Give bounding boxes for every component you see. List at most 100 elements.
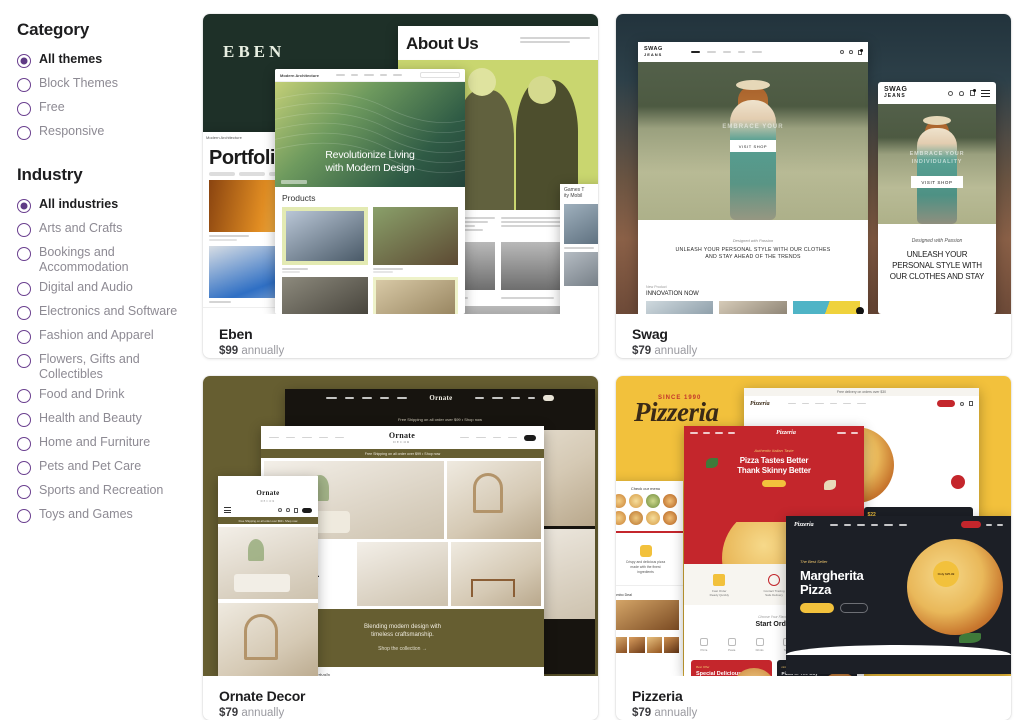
room-photo — [357, 542, 448, 606]
brand-bottom: JEANS — [884, 93, 906, 99]
radio-food-and-drink[interactable]: Food and Drink — [17, 387, 203, 406]
brand-logo: Pizzeria — [634, 397, 719, 427]
preview-window-mobile: SWAG JEANS EMBRACE YOUR INDIVIDUALITY VI… — [878, 82, 996, 314]
price-amount: $79 — [632, 707, 652, 719]
account-icon[interactable] — [849, 50, 853, 54]
subhead-line-1: UNLEASH YOUR — [906, 250, 968, 259]
radio-label: Pets and Pet Care — [39, 459, 142, 473]
announcement-text: Free Shipping on all order over $99 • Sh… — [364, 451, 441, 456]
radio-digital-and-audio[interactable]: Digital and Audio — [17, 280, 203, 299]
theme-card-eben[interactable]: EBEN Modern Architecture Portfolio About… — [203, 14, 598, 358]
radio-label: Toys and Games — [39, 507, 133, 521]
radio-label: Health and Beauty — [39, 411, 142, 425]
radio-icon — [17, 306, 31, 320]
theme-card-ornate-decor[interactable]: Ornate Free Shipping on all order over $… — [203, 376, 598, 720]
radio-all-industries[interactable]: All industries — [17, 197, 203, 216]
theme-card-pizzeria[interactable]: Pizzeria SINCE 1990 Check our menu Crisp… — [616, 376, 1011, 720]
radio-all-themes[interactable]: All themes — [17, 52, 203, 71]
theme-price: $99 annually — [219, 345, 582, 357]
radio-label: Flowers, Gifts and Collectibles — [39, 352, 140, 381]
order-now-button[interactable] — [762, 480, 786, 487]
cart-icon[interactable] — [969, 401, 973, 406]
brand-logo: Ornate DECOR — [389, 431, 415, 444]
radio-label: Fashion and Apparel — [39, 328, 154, 342]
announcement-bar: Free Shipping on all order over $99 • Sh… — [261, 449, 544, 458]
price-period: annually — [241, 345, 285, 357]
radio-label: Responsive — [39, 124, 105, 138]
radio-free[interactable]: Free — [17, 100, 203, 119]
radio-flowers-gifts-and-collectibles[interactable]: Flowers, Gifts and Collectibles — [17, 352, 203, 382]
radio-icon — [17, 354, 31, 368]
price-period: annually — [241, 707, 285, 719]
product-image — [282, 207, 368, 265]
theme-preview-ornate-decor[interactable]: Ornate Free Shipping on all order over $… — [203, 376, 598, 676]
search-icon[interactable] — [840, 50, 844, 54]
brand-logo: Pizzeria — [750, 400, 770, 407]
radio-label: Block Themes — [39, 76, 118, 90]
radio-toys-and-games[interactable]: Toys and Games — [17, 507, 203, 526]
product-image — [372, 276, 458, 314]
account-icon[interactable] — [959, 90, 964, 96]
filter-group-category: Category All themes Block Themes Free Re… — [17, 20, 203, 143]
order-now-button[interactable] — [800, 603, 834, 613]
cart-icon[interactable] — [970, 89, 976, 96]
theme-title: Swag — [632, 326, 668, 342]
theme-preview-swag[interactable]: SWAG JEANS Designed with Passion UNLEASH… — [616, 14, 1011, 314]
radio-pets-and-pet-care[interactable]: Pets and Pet Care — [17, 459, 203, 478]
radio-block-themes[interactable]: Block Themes — [17, 76, 203, 95]
pizza-image — [907, 539, 1003, 635]
theme-price: $79 annually — [219, 707, 582, 719]
radio-fashion-and-apparel[interactable]: Fashion and Apparel — [17, 328, 203, 347]
brand-logo: SWAG JEANS — [884, 86, 908, 99]
section-subhead: UNLEASH YOUR PERSONAL STYLE WITH OUR CLO… — [886, 249, 988, 282]
radio-icon — [17, 330, 31, 344]
product-eyebrow: New Product — [646, 285, 667, 289]
section-subhead: UNLEASH YOUR PERSONAL STYLE WITH OUR CLO… — [638, 247, 868, 261]
window-brand: Modern Architecture — [206, 135, 242, 140]
radio-label: Bookings and Accommodation — [39, 245, 129, 274]
hero-banner: Authentic Italian Taste Pizza Tastes Bet… — [684, 440, 864, 522]
radio-icon — [17, 78, 31, 92]
details-button[interactable] — [840, 603, 868, 613]
brand-since: SINCE 1990 — [658, 395, 702, 401]
account-icon[interactable] — [286, 508, 290, 512]
product-image — [792, 301, 864, 314]
preview-window-side: Games Tity Mobil — [560, 184, 598, 314]
radio-icon — [17, 389, 31, 403]
hero-line-2: with Modern Design — [325, 162, 415, 174]
theme-card-swag[interactable]: SWAG JEANS Designed with Passion UNLEASH… — [616, 14, 1011, 358]
radio-bookings-and-accommodation[interactable]: Bookings and Accommodation — [17, 245, 203, 275]
subhead-line-2: PERSONAL STYLE WITH — [892, 261, 982, 270]
hamburger-icon[interactable] — [224, 507, 231, 513]
radio-label: Free — [39, 100, 65, 114]
cart-icon[interactable] — [858, 48, 863, 55]
window-brand: Modern Architecture — [280, 72, 319, 78]
hamburger-icon[interactable] — [981, 89, 990, 97]
hero-line-2: INDIVIDUALITY — [911, 159, 963, 165]
card-footer: Swag $79 annually — [616, 314, 1011, 358]
card-footer: Eben $99 annually — [203, 314, 598, 358]
product-image — [282, 276, 368, 314]
brand-name: Ornate — [256, 489, 280, 497]
radio-electronics-and-software[interactable]: Electronics and Software — [17, 304, 203, 323]
room-photo — [446, 461, 541, 539]
chip — [239, 172, 265, 176]
cart-icon[interactable] — [294, 507, 298, 513]
radio-icon — [17, 413, 31, 427]
search-icon[interactable] — [948, 90, 953, 96]
brand-logo: Pizzeria — [776, 430, 796, 436]
radio-home-and-furniture[interactable]: Home and Furniture — [17, 435, 203, 454]
radio-label: All industries — [39, 197, 119, 211]
theme-preview-pizzeria[interactable]: Pizzeria SINCE 1990 Check our menu Crisp… — [616, 376, 1011, 676]
radio-sports-and-recreation[interactable]: Sports and Recreation — [17, 483, 203, 502]
radio-arts-and-crafts[interactable]: Arts and Crafts — [17, 221, 203, 240]
radio-label: Arts and Crafts — [39, 221, 123, 235]
brand-top: SWAG — [884, 86, 908, 93]
visit-shop-button[interactable]: VISIT SHOP — [911, 176, 963, 188]
radio-responsive[interactable]: Responsive — [17, 124, 203, 143]
search-icon[interactable] — [960, 401, 964, 406]
search-icon[interactable] — [278, 508, 282, 512]
radio-health-and-beauty[interactable]: Health and Beauty — [17, 411, 203, 430]
filter-title-industry: Industry — [17, 165, 83, 184]
theme-preview-eben[interactable]: EBEN Modern Architecture Portfolio About… — [203, 14, 598, 314]
